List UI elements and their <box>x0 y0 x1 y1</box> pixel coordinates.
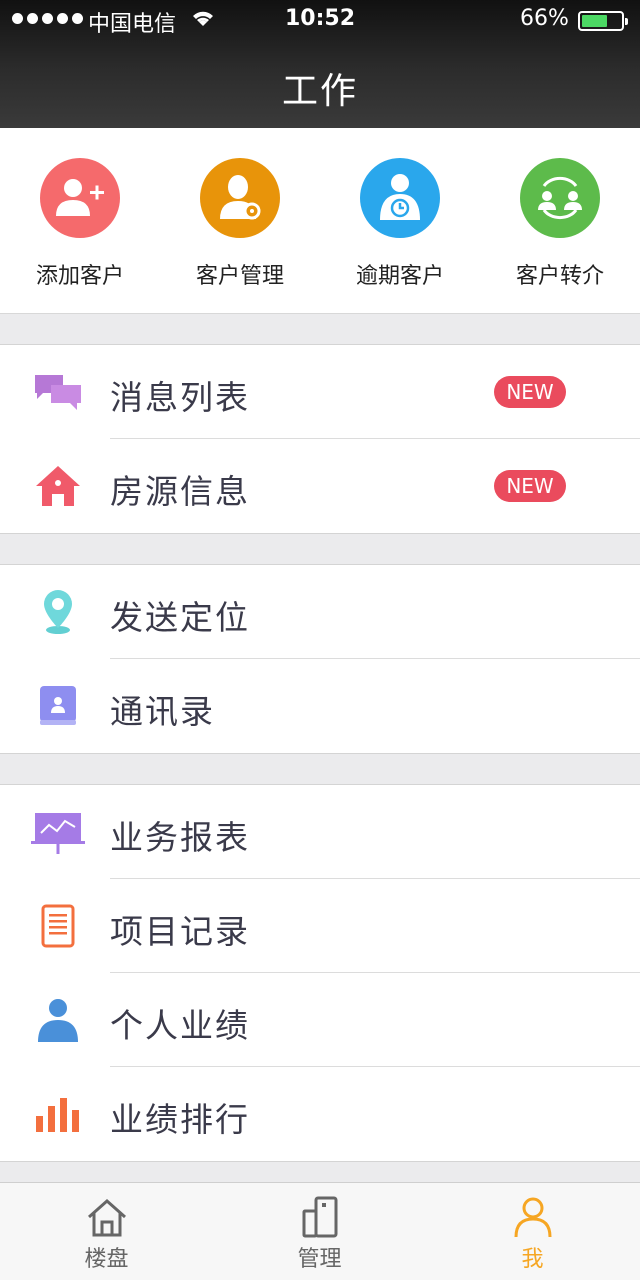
top-bar: 中国电信 10:52 66% 工作 <box>0 0 640 128</box>
list-item-performance-ranking[interactable]: 业绩排行 <box>0 1067 640 1161</box>
new-badge: NEW <box>494 470 566 502</box>
list-item-label: 业务报表 <box>110 818 250 857</box>
tab-management[interactable]: 管理 <box>213 1183 426 1280</box>
list-item-label: 房源信息 <box>110 472 250 511</box>
contacts-book-icon <box>30 682 86 730</box>
chat-bubbles-icon <box>30 368 86 416</box>
list-item-label: 发送定位 <box>110 598 250 637</box>
management-icon <box>302 1196 337 1238</box>
add-user-icon <box>40 158 120 238</box>
quick-action-add-customer[interactable]: 添加客户 <box>0 158 160 290</box>
battery-icon <box>578 11 628 31</box>
tab-buildings[interactable]: 楼盘 <box>0 1183 213 1280</box>
user-settings-icon <box>200 158 280 238</box>
list-item-label: 消息列表 <box>110 378 250 417</box>
user-transfer-icon <box>520 158 600 238</box>
document-list-icon <box>30 902 86 950</box>
list-group-messages: 消息列表 NEW 房源信息 NEW <box>0 344 640 534</box>
quick-action-transfer-customer[interactable]: 客户转介 <box>480 158 640 290</box>
report-board-icon <box>30 808 86 856</box>
list-item-label: 个人业绩 <box>110 1006 250 1045</box>
quick-action-label: 添加客户 <box>35 264 124 289</box>
person-icon <box>30 996 86 1044</box>
list-item-send-location[interactable]: 发送定位 <box>0 565 640 659</box>
list-item-house-info[interactable]: 房源信息 NEW <box>0 439 640 533</box>
building-house-icon <box>87 1198 126 1237</box>
quick-action-overdue-customer[interactable]: 逾期客户 <box>320 158 480 290</box>
quick-actions: 添加客户 客户管理 逾期客户 客户转介 <box>0 128 640 314</box>
tab-me[interactable]: 我 <box>426 1183 639 1280</box>
house-icon <box>30 462 86 510</box>
status-bar: 中国电信 10:52 66% <box>0 0 640 40</box>
new-badge: NEW <box>494 376 566 408</box>
list-item-business-report[interactable]: 业务报表 <box>0 785 640 879</box>
list-item-label: 业绩排行 <box>110 1100 250 1139</box>
user-profile-icon <box>514 1197 551 1238</box>
list-item-project-record[interactable]: 项目记录 <box>0 879 640 973</box>
list-item-label: 通讯录 <box>110 692 215 731</box>
tab-bar: 楼盘 管理 我 <box>0 1182 640 1280</box>
list-item-contacts[interactable]: 通讯录 <box>0 659 640 753</box>
location-pin-icon <box>30 588 86 636</box>
quick-action-label: 逾期客户 <box>355 264 444 289</box>
list-item-message-list[interactable]: 消息列表 NEW <box>0 345 640 439</box>
tab-label: 楼盘 <box>84 1247 129 1272</box>
list-group-business: 业务报表 项目记录 个人业绩 业绩排行 <box>0 784 640 1162</box>
quick-action-label: 客户管理 <box>195 264 284 289</box>
quick-action-label: 客户转介 <box>515 264 604 289</box>
bar-ranking-icon <box>30 1090 86 1138</box>
page-title: 工作 <box>281 71 358 112</box>
battery-percent: 66% <box>520 6 569 31</box>
quick-action-manage-customer[interactable]: 客户管理 <box>160 158 320 290</box>
tab-label: 我 <box>521 1247 544 1272</box>
list-item-personal-performance[interactable]: 个人业绩 <box>0 973 640 1067</box>
user-clock-icon <box>360 158 440 238</box>
tab-label: 管理 <box>297 1247 342 1272</box>
list-item-label: 项目记录 <box>110 912 250 951</box>
list-group-tools: 发送定位 通讯录 <box>0 564 640 754</box>
